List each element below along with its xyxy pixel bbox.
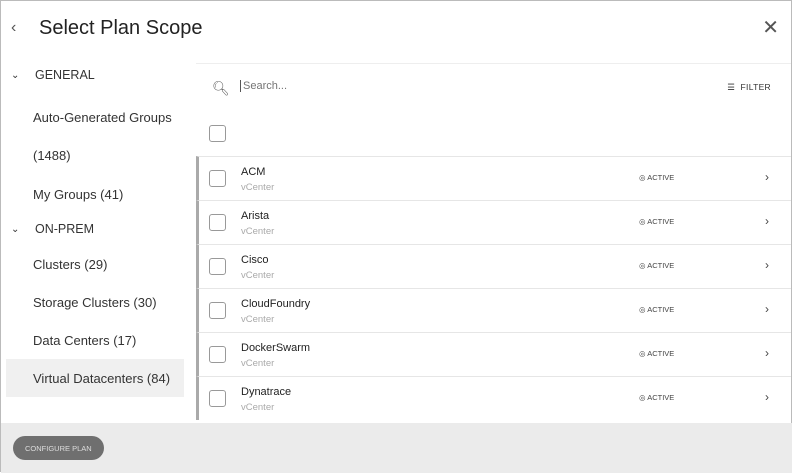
table-row[interactable]: ACM vCenter ◎ ACTIVE ›: [196, 156, 791, 200]
row-checkbox[interactable]: [209, 390, 226, 407]
status-icon: ◎: [639, 173, 646, 182]
status-icon: ◎: [639, 217, 646, 226]
sidebar-item-my-groups[interactable]: My Groups (41): [1, 175, 196, 213]
status-badge: ◎ ACTIVE: [639, 393, 675, 402]
row-checkbox[interactable]: [209, 346, 226, 363]
chevron-right-icon[interactable]: ›: [765, 258, 769, 272]
search-icon: 🔍︎: [212, 80, 230, 96]
search-bar: 🔍︎ ☰ FILTER: [196, 64, 791, 114]
row-checkbox[interactable]: [209, 214, 226, 231]
table-row[interactable]: DockerSwarm vCenter ◎ ACTIVE ›: [196, 332, 791, 376]
chevron-right-icon[interactable]: ›: [765, 302, 769, 316]
sidebar-item-auto-generated-groups[interactable]: Auto-Generated Groups (1488): [1, 91, 196, 175]
configure-plan-button[interactable]: CONFIGURE PLAN: [13, 436, 104, 460]
status-icon: ◎: [639, 393, 646, 402]
chevron-down-icon: ⌄: [11, 69, 20, 81]
row-type: vCenter: [241, 358, 275, 369]
sidebar-item-clusters[interactable]: Clusters (29): [1, 245, 196, 283]
row-type: vCenter: [241, 182, 275, 193]
row-name: Cisco: [241, 254, 269, 266]
status-icon: ◎: [639, 261, 646, 270]
sidebar-item-data-centers[interactable]: Data Centers (17): [1, 321, 196, 359]
sidebar-item-storage-clusters[interactable]: Storage Clusters (30): [1, 283, 196, 321]
row-type: vCenter: [241, 226, 275, 237]
row-checkbox[interactable]: [209, 302, 226, 319]
status-badge: ◎ ACTIVE: [639, 261, 675, 270]
row-checkbox[interactable]: [209, 258, 226, 275]
status-badge: ◎ ACTIVE: [639, 217, 675, 226]
status-badge: ◎ ACTIVE: [639, 349, 675, 358]
row-name: ACM: [241, 166, 266, 178]
table-row[interactable]: Dynatrace vCenter ◎ ACTIVE ›: [196, 376, 791, 420]
status-icon: ◎: [639, 349, 646, 358]
filter-button[interactable]: ☰ FILTER: [727, 82, 771, 93]
section-general[interactable]: ⌄ GENERAL: [1, 59, 196, 91]
status-badge: ◎ ACTIVE: [639, 173, 675, 182]
row-type: vCenter: [241, 270, 275, 281]
footer: CONFIGURE PLAN: [1, 423, 792, 473]
section-on-prem[interactable]: ⌄ ON-PREM: [1, 213, 196, 245]
row-name: CloudFoundry: [241, 298, 311, 310]
chevron-right-icon[interactable]: ›: [765, 346, 769, 360]
row-type: vCenter: [241, 402, 275, 413]
status-badge: ◎ ACTIVE: [639, 305, 675, 314]
back-icon[interactable]: ‹: [11, 19, 16, 37]
close-icon[interactable]: ✕: [762, 15, 779, 40]
table-row[interactable]: CloudFoundry vCenter ◎ ACTIVE ›: [196, 288, 791, 332]
row-checkbox[interactable]: [209, 170, 226, 187]
table-row[interactable]: Arista vCenter ◎ ACTIVE ›: [196, 200, 791, 244]
row-name: Arista: [241, 210, 270, 222]
status-icon: ◎: [639, 305, 646, 314]
row-type: vCenter: [241, 314, 275, 325]
row-name: Dynatrace: [241, 386, 292, 398]
page-title: Select Plan Scope: [39, 17, 203, 39]
chevron-right-icon[interactable]: ›: [765, 214, 769, 228]
filter-icon: ☰: [727, 82, 736, 92]
table-row[interactable]: Cisco vCenter ◎ ACTIVE ›: [196, 244, 791, 288]
select-all-checkbox[interactable]: [209, 125, 226, 142]
chevron-right-icon[interactable]: ›: [765, 170, 769, 184]
row-name: DockerSwarm: [241, 342, 311, 354]
header: ‹ Select Plan Scope ✕: [1, 1, 792, 59]
entity-list: 🔍︎ ☰ FILTER ACM vCenter ◎ ACTIVE › Arist…: [196, 63, 791, 423]
sidebar: ⌄ GENERAL Auto-Generated Groups (1488) My…: [1, 59, 196, 423]
chevron-down-icon: ⌄: [11, 223, 20, 235]
search-input[interactable]: [240, 80, 540, 92]
chevron-right-icon[interactable]: ›: [765, 390, 769, 404]
sidebar-item-virtual-datacenters[interactable]: Virtual Datacenters (84): [6, 359, 184, 397]
